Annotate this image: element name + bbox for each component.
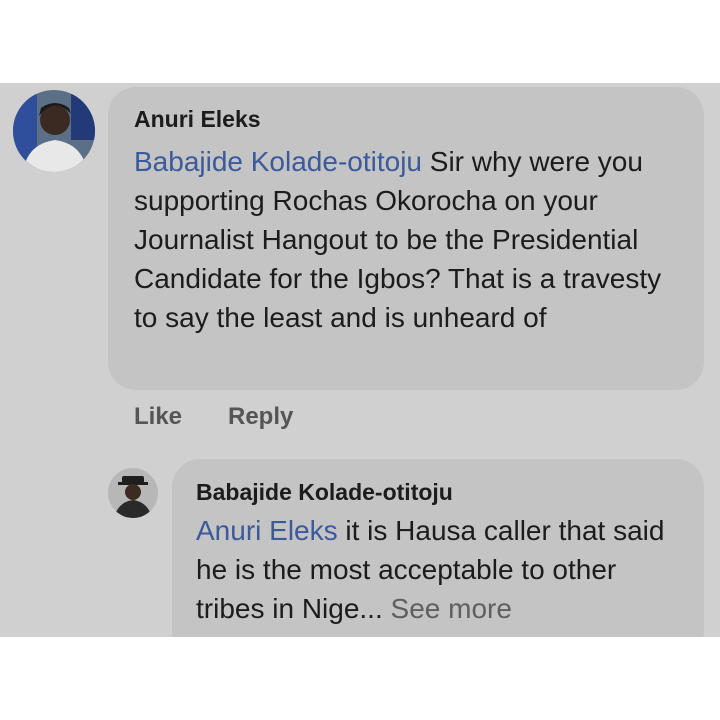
avatar-babajide[interactable] (108, 468, 158, 518)
comment-text: Babajide Kolade-otitoju Sir why were you… (134, 142, 689, 337)
reply-author[interactable]: Babajide Kolade-otitoju (196, 479, 453, 506)
profile-photo-icon (108, 468, 158, 518)
comment-thread: Anuri Eleks Babajide Kolade-otitoju Sir … (0, 83, 720, 637)
comment-author[interactable]: Anuri Eleks (134, 106, 261, 133)
profile-photo-icon (13, 90, 95, 172)
see-more-link[interactable]: See more (391, 593, 512, 624)
avatar-anuri-eleks[interactable] (13, 90, 95, 172)
comment-mention[interactable]: Babajide Kolade-otitoju (134, 146, 422, 177)
reply-mention[interactable]: Anuri Eleks (196, 515, 338, 546)
reply-button[interactable]: Reply (228, 403, 293, 431)
like-button[interactable]: Like (134, 403, 182, 431)
reply-text: Anuri Eleks it is Hausa caller that said… (196, 511, 691, 628)
